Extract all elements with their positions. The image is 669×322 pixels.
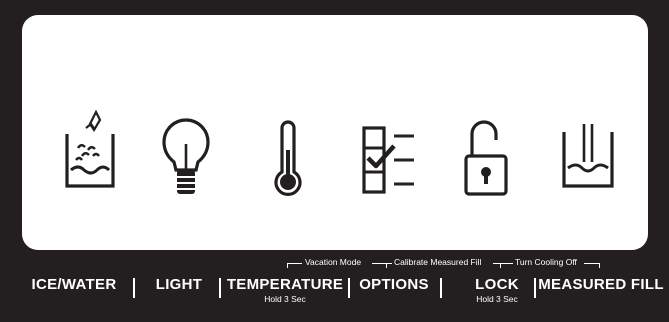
light-label: LIGHT <box>155 276 203 293</box>
lock-label: LOCK <box>475 276 519 293</box>
hint-bracket <box>372 263 386 264</box>
light-button[interactable]: LIGHT <box>144 276 214 316</box>
ice-water-label: ICE/WATER <box>31 276 117 293</box>
ice-water-button[interactable]: ICE/WATER <box>22 276 126 316</box>
hint-bracket <box>599 263 600 268</box>
hint-bracket <box>507 263 513 264</box>
divider <box>534 278 536 298</box>
hint-bracket <box>386 263 392 264</box>
measured-fill-label: MEASURED FILL <box>538 276 664 293</box>
lock-icon <box>462 116 510 198</box>
vacation-mode-hint: Vacation Mode <box>305 257 362 267</box>
temperature-label: TEMPERATURE <box>226 276 344 293</box>
hold-hints: Vacation Mode Calibrate Measured Fill Tu… <box>0 254 669 272</box>
lock-button[interactable]: LOCK Hold 3 Sec <box>452 276 542 316</box>
ice-water-icon <box>64 110 116 190</box>
hint-bracket <box>584 263 599 264</box>
lock-hold-hint: Hold 3 Sec <box>476 294 518 304</box>
calibrate-measured-fill-hint: Calibrate Measured Fill <box>394 257 482 267</box>
light-bulb-icon <box>160 118 212 198</box>
divider <box>348 278 350 298</box>
options-checklist-icon <box>360 126 416 196</box>
divider <box>219 278 221 298</box>
divider <box>133 278 135 298</box>
temperature-hold-hint: Hold 3 Sec <box>264 294 306 304</box>
measured-fill-icon <box>560 122 616 192</box>
measured-fill-button[interactable]: MEASURED FILL <box>538 276 664 316</box>
divider <box>440 278 442 298</box>
options-label: OPTIONS <box>359 276 429 293</box>
thermometer-icon <box>268 120 308 200</box>
options-button[interactable]: OPTIONS <box>354 276 434 316</box>
hint-bracket <box>500 263 501 268</box>
temperature-button[interactable]: TEMPERATURE Hold 3 Sec <box>226 276 344 316</box>
turn-cooling-off-hint: Turn Cooling Off <box>515 257 577 267</box>
hint-bracket <box>287 263 302 264</box>
